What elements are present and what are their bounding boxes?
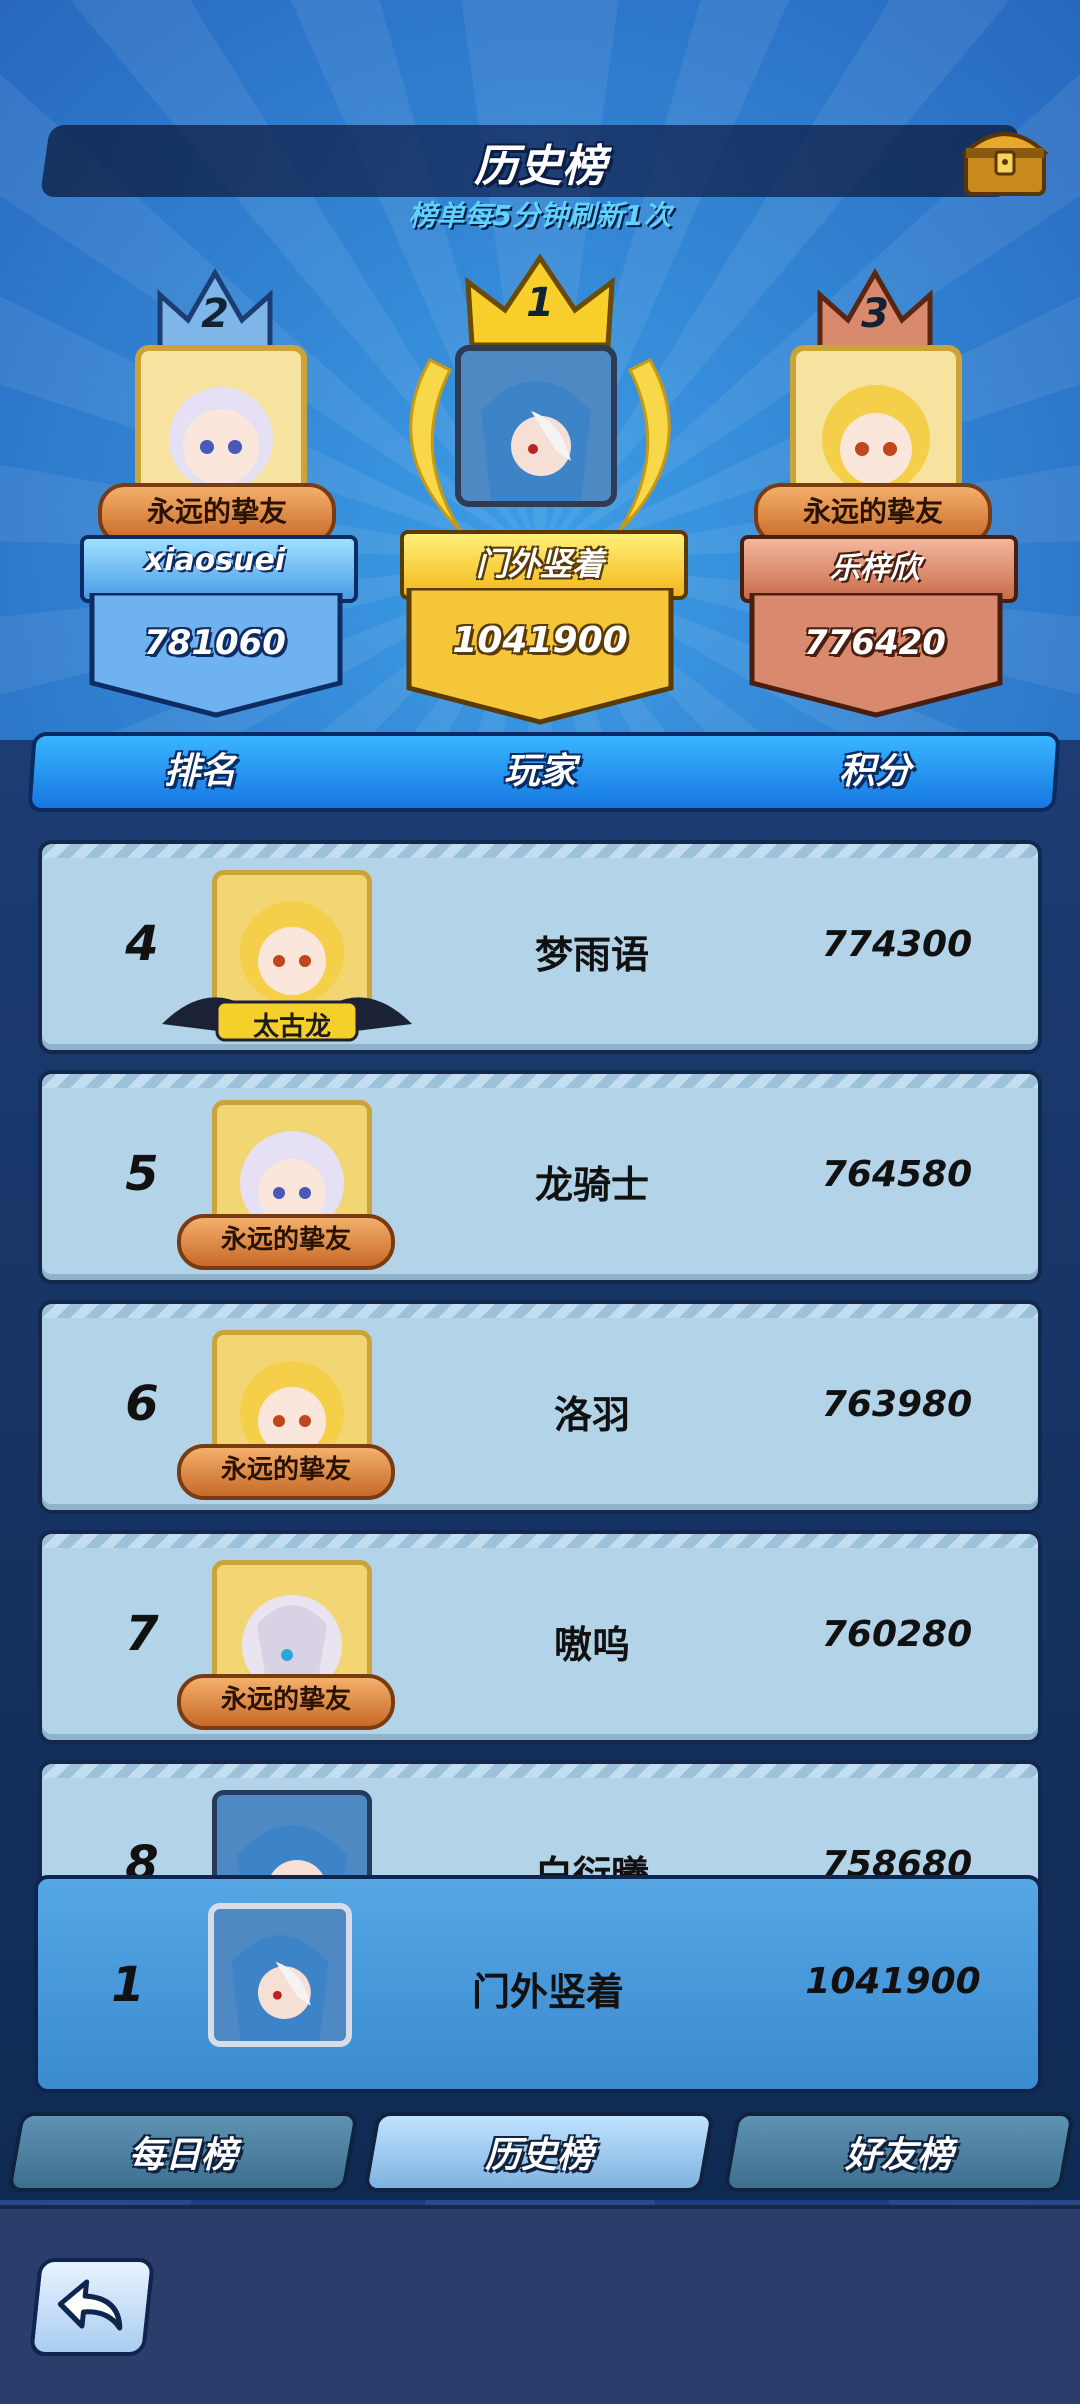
avatar: [212, 1790, 372, 1880]
column-player: 玩家: [503, 751, 576, 792]
back-button[interactable]: [28, 2258, 156, 2356]
table-row[interactable]: 6 永远的挚友 洛羽 763980: [38, 1300, 1042, 1514]
refresh-note: 榜单每5分钟刷新1次: [408, 199, 672, 232]
row-rank: 6: [125, 1376, 159, 1432]
row-title-tag: 太古龙: [252, 1012, 331, 1042]
podium-name: 门外竖着: [475, 545, 604, 583]
podium-name: 乐梓欣: [830, 551, 920, 586]
treasure-chest-icon[interactable]: [960, 122, 1050, 200]
podium-score: 781060: [144, 623, 286, 663]
row-rank: 7: [125, 1606, 159, 1662]
tab-label: 好友榜: [844, 2135, 953, 2176]
table-row[interactable]: 7 永远的挚友 嗷呜 760280: [38, 1530, 1042, 1744]
row-name: 梦雨语: [534, 933, 649, 977]
tab-daily[interactable]: 每日榜: [6, 2112, 360, 2192]
row-title-tag: 永远的挚友: [177, 1214, 395, 1270]
podium-third[interactable]: 3 永远的挚友 乐梓欣 776420: [740, 265, 1020, 725]
podium-rank: 2: [201, 291, 229, 337]
my-rank-row[interactable]: 1 门外竖着 1041900: [34, 1875, 1042, 2093]
tab-history[interactable]: 历史榜: [362, 2112, 716, 2192]
podium-rank: 1: [526, 280, 554, 326]
page-title: 历史榜: [474, 141, 606, 192]
podium-second[interactable]: 2 永远的挚友 xiaosuei 781060: [80, 265, 360, 725]
back-arrow-icon: [57, 2279, 123, 2331]
ranking-list[interactable]: 4 太古龙 梦雨语 774300 5 永远的挚友 龙骑士 764580 6 永远…: [0, 830, 1080, 1880]
table-row[interactable]: 5 永远的挚友 龙骑士 764580: [38, 1070, 1042, 1284]
row-score: 760280: [821, 1614, 973, 1655]
table-row[interactable]: 8 白衍曦 758680: [38, 1760, 1042, 1880]
row-name: 洛羽: [553, 1393, 630, 1437]
podium-score: 776420: [804, 623, 946, 663]
row-score: 763980: [821, 1384, 973, 1425]
row-name: 龙骑士: [534, 1163, 649, 1207]
row-rank: 8: [125, 1836, 159, 1880]
column-score: 积分: [838, 751, 911, 792]
tab-label: 历史榜: [484, 2135, 593, 2176]
bottom-bar: [0, 2205, 1080, 2404]
avatar: [455, 345, 617, 507]
podium-first[interactable]: 1 门外竖着 1041900: [370, 250, 710, 730]
column-rank: 排名: [163, 751, 236, 792]
podium-score: 1041900: [452, 620, 628, 661]
row-rank: 4: [125, 916, 159, 972]
row-title-tag: 永远的挚友: [177, 1674, 395, 1730]
my-score: 1041900: [805, 1961, 981, 2002]
podium-name: xiaosuei: [144, 543, 286, 578]
tab-friends[interactable]: 好友榜: [722, 2112, 1076, 2192]
podium-rank: 3: [861, 291, 889, 337]
tab-label: 每日榜: [128, 2135, 237, 2176]
my-rank: 1: [111, 1957, 145, 2013]
table-row[interactable]: 4 太古龙 梦雨语 774300: [38, 840, 1042, 1054]
row-title-tag: 永远的挚友: [177, 1444, 395, 1500]
avatar: [208, 1903, 352, 2047]
row-rank: 5: [125, 1146, 159, 1202]
my-name: 门外竖着: [471, 1970, 624, 2014]
row-name: 嗷呜: [553, 1623, 630, 1667]
row-score: 764580: [821, 1154, 973, 1195]
row-score: 774300: [821, 924, 973, 965]
